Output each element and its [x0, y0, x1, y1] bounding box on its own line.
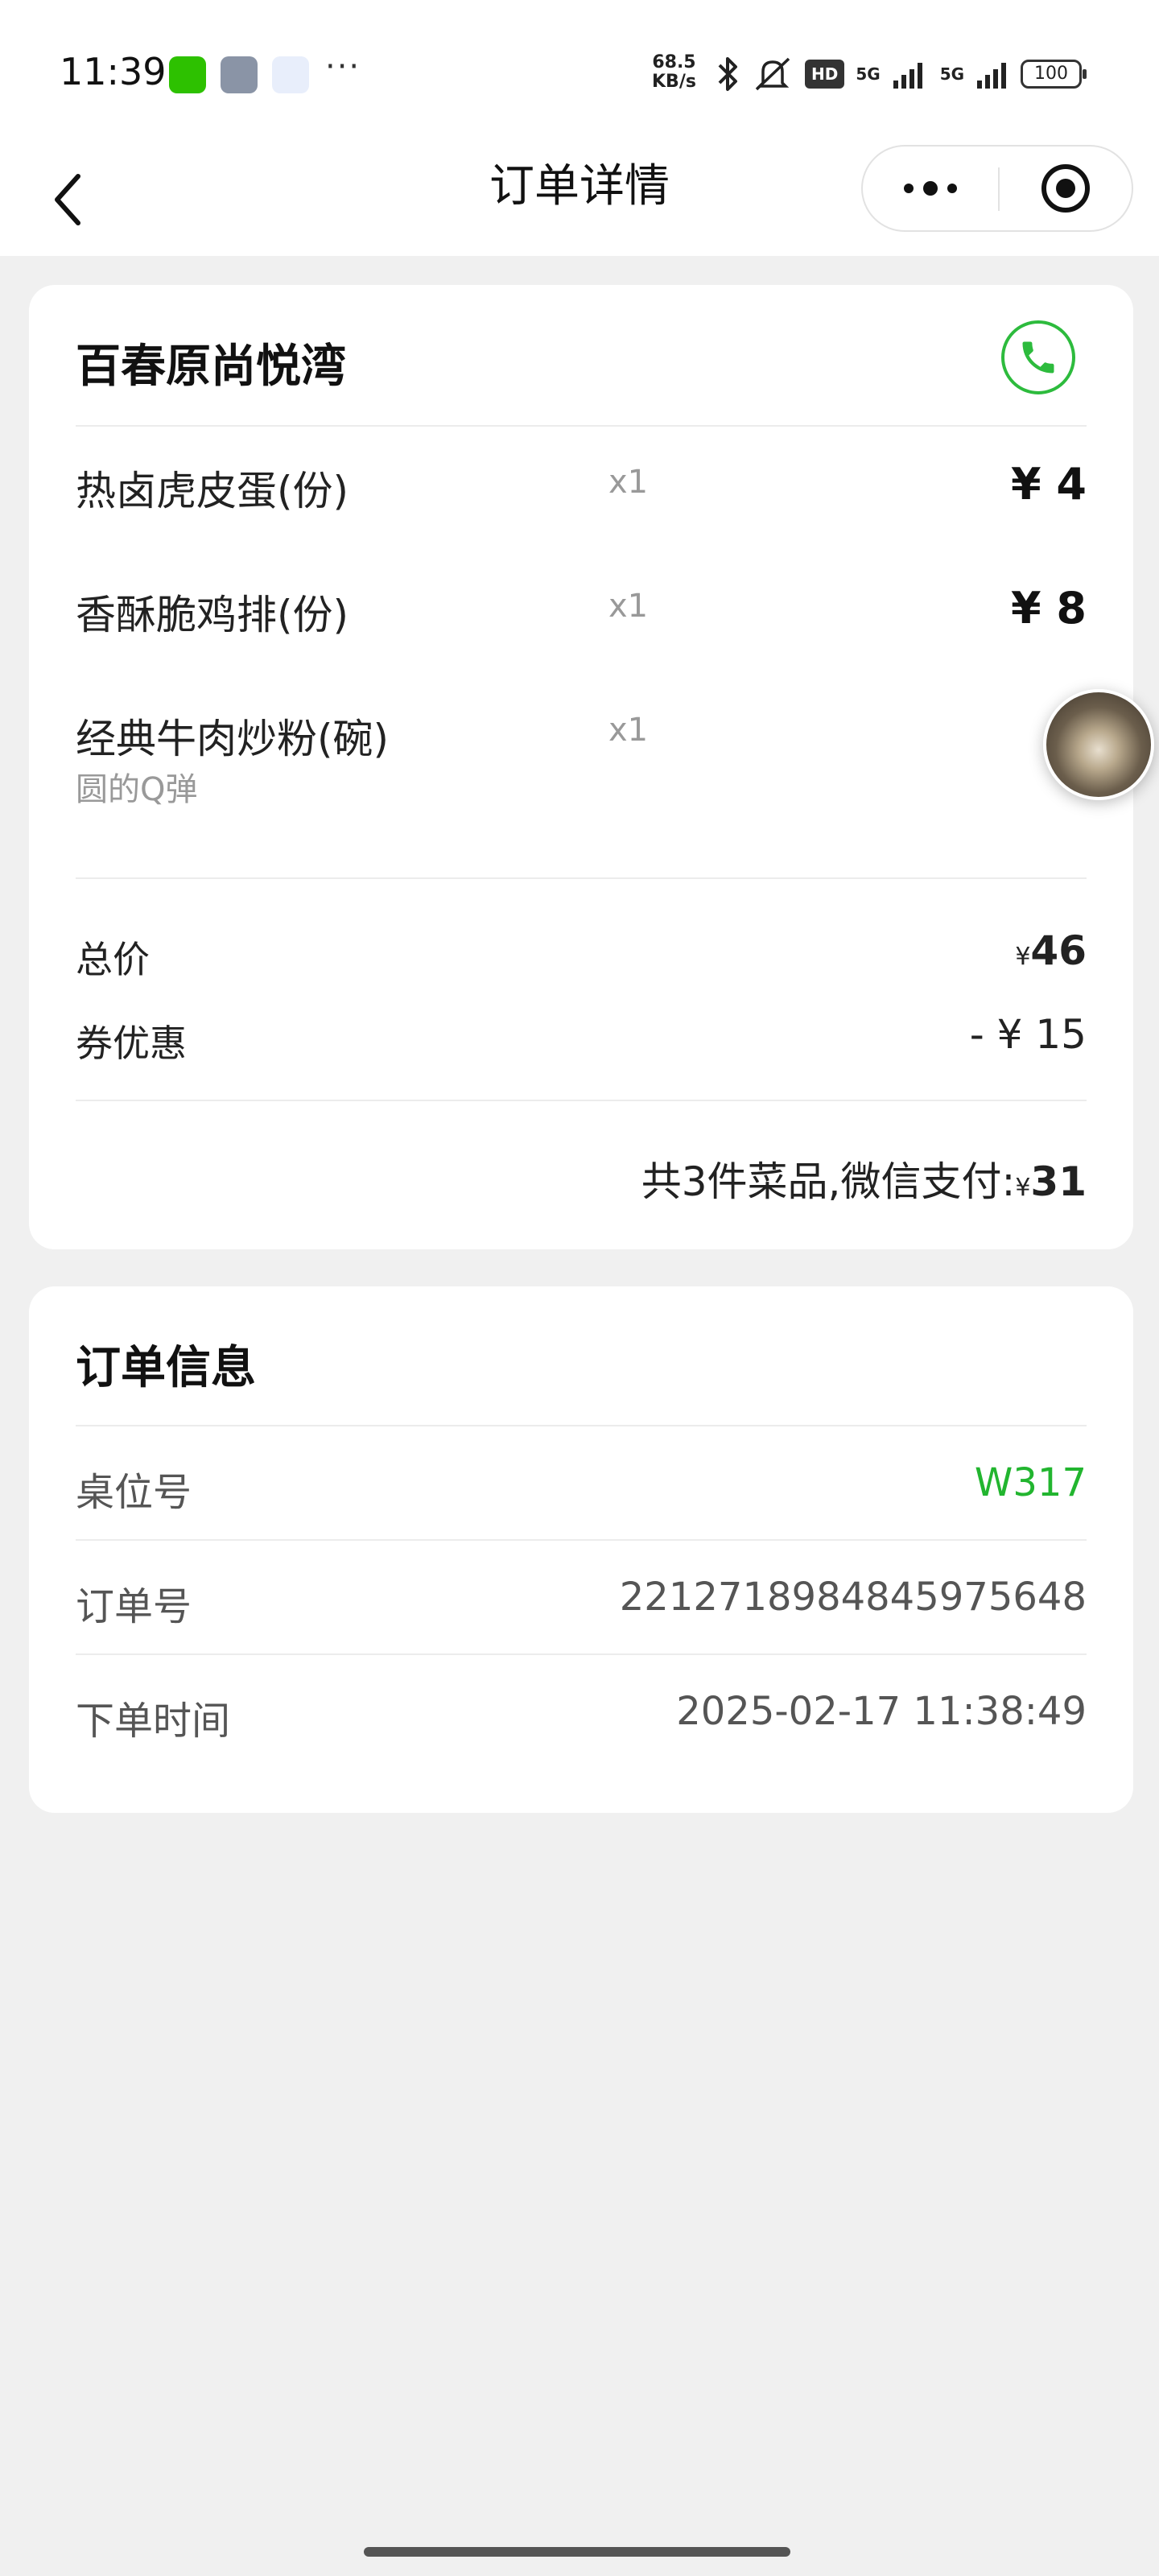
table-number-value: W317: [974, 1460, 1087, 1505]
coupon-label: 券优惠: [76, 1022, 187, 1065]
list-item: 经典牛肉炒粉(碗) 圆的Q弹 x1 ¥: [76, 707, 1087, 808]
signal-icon: [977, 63, 1007, 89]
call-shop-button[interactable]: [1001, 320, 1075, 394]
mute-icon: [755, 57, 790, 91]
network-type-2: 5G: [939, 64, 965, 84]
more-notifications-icon: ···: [325, 48, 361, 85]
total-currency: ¥: [1015, 943, 1031, 971]
tool-icon: [221, 56, 258, 93]
nav-bar: 订单详情: [0, 145, 1159, 256]
more-dots-icon: [904, 181, 957, 196]
item-name: 热卤虎皮蛋(份): [76, 468, 349, 514]
total-value: ¥46: [1015, 927, 1087, 974]
more-button[interactable]: [863, 147, 998, 230]
divider: [76, 877, 1087, 879]
battery-icon: 100: [1021, 60, 1087, 89]
shop-name: 百春原尚悦湾: [76, 341, 346, 393]
table-number-row: 桌位号 W317: [76, 1426, 1087, 1539]
miniapp-icon: [272, 56, 309, 93]
signal-icon: [893, 63, 922, 89]
back-arrow-icon: [55, 174, 80, 225]
speed-unit: KB/s: [652, 72, 696, 92]
item-name: 经典牛肉炒粉(碗): [76, 716, 390, 762]
order-items-card: 百春原尚悦湾 热卤虎皮蛋(份) x1 ¥ 4 香酥脆鸡排(份) x1 ¥ 8 经…: [29, 285, 1133, 1249]
coupon-value: - ¥ 15: [969, 1011, 1087, 1058]
order-info-card: 订单信息 桌位号 W317 订单号 2212718984845975648 下单…: [29, 1286, 1133, 1813]
item-price: ¥ 4: [1011, 459, 1087, 510]
total-label: 总价: [76, 938, 150, 981]
payment-amount: 31: [1030, 1158, 1087, 1205]
order-time-value: 2025-02-17 11:38:49: [676, 1689, 1087, 1734]
item-name: 香酥脆鸡排(份): [76, 592, 349, 638]
order-time-label: 下单时间: [76, 1699, 231, 1744]
payment-currency: ¥: [1015, 1174, 1031, 1202]
order-info-title: 订单信息: [76, 1342, 256, 1394]
status-bar: 11:39 ··· 68.5 KB/s HD 5G 5G 100: [0, 0, 1159, 145]
divider: [76, 425, 1087, 427]
order-number-row: 订单号 2212718984845975648: [76, 1541, 1087, 1653]
phone-icon: [1022, 341, 1054, 374]
table-number-label: 桌位号: [76, 1470, 192, 1515]
mini-program-capsule: [861, 145, 1133, 232]
wechat-icon: [169, 56, 206, 93]
order-number-label: 订单号: [76, 1584, 192, 1629]
item-price: ¥ 8: [1011, 583, 1087, 634]
status-icons: HD 5G 5G: [716, 52, 1013, 97]
floating-avatar[interactable]: [1043, 689, 1154, 800]
speed-value: 68.5: [652, 52, 696, 72]
item-description: 圆的Q弹: [76, 771, 198, 808]
divider: [76, 1100, 1087, 1101]
order-number-value: 2212718984845975648: [619, 1575, 1087, 1620]
home-indicator[interactable]: [364, 2547, 790, 2557]
network-speed: 68.5 KB/s: [652, 53, 696, 92]
coupon-row: 券优惠 - ¥ 15: [76, 1011, 1087, 1067]
item-qty: x1: [608, 588, 649, 625]
close-button[interactable]: [1000, 147, 1132, 230]
target-close-icon: [1041, 164, 1090, 213]
bluetooth-icon: [718, 57, 737, 91]
list-item: 香酥脆鸡排(份) x1 ¥ 8: [76, 583, 1087, 679]
order-time-row: 下单时间 2025-02-17 11:38:49: [76, 1655, 1087, 1768]
hd-badge: HD: [805, 60, 845, 89]
item-qty: x1: [608, 712, 649, 749]
back-button[interactable]: [40, 159, 97, 240]
payment-summary: 共3件菜品,微信支付:¥31: [641, 1150, 1087, 1208]
list-item: 热卤虎皮蛋(份) x1 ¥ 4: [76, 459, 1087, 555]
status-time: 11:39: [60, 50, 167, 93]
payment-text: 共3件菜品,微信支付:: [641, 1158, 1016, 1205]
total-row: 总价 ¥46: [76, 927, 1087, 984]
total-amount: 46: [1030, 927, 1087, 974]
item-qty: x1: [608, 464, 649, 501]
network-type-1: 5G: [856, 64, 881, 84]
